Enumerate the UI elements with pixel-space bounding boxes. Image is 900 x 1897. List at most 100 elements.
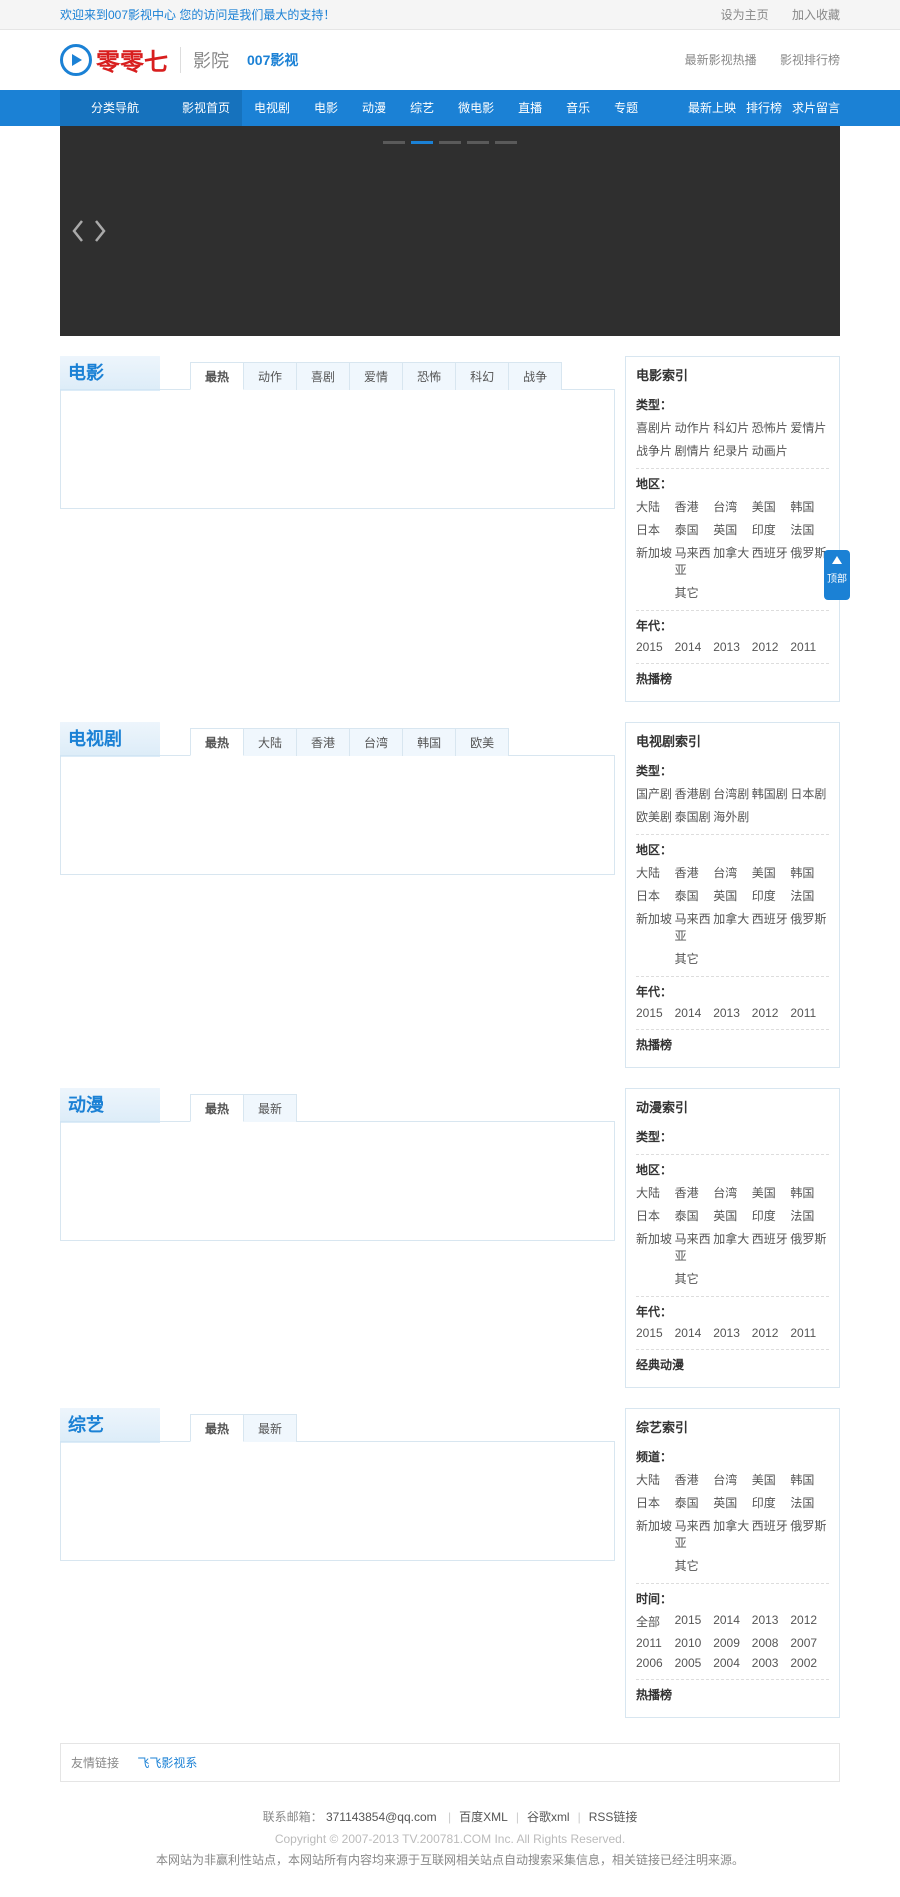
filter-link[interactable]: 2011 (636, 1633, 675, 1653)
filter-link[interactable]: 2008 (752, 1633, 791, 1653)
filter-link[interactable]: 印度 (752, 884, 791, 907)
filter-link[interactable]: 美国 (752, 495, 791, 518)
filter-link[interactable]: 海外剧 (713, 805, 752, 828)
tab-最热[interactable]: 最热 (190, 1094, 244, 1122)
filter-link[interactable]: 台湾 (713, 861, 752, 884)
filter-link[interactable]: 2010 (675, 1633, 714, 1653)
filter-link[interactable]: 2014 (675, 637, 714, 657)
tab-动作[interactable]: 动作 (243, 362, 297, 390)
footer-link[interactable]: 谷歌xml (527, 1810, 570, 1824)
filter-link[interactable]: 俄罗斯 (790, 1227, 829, 1267)
filter-link[interactable] (636, 1554, 675, 1577)
filter-link[interactable]: 法国 (790, 1491, 829, 1514)
footer-link[interactable]: RSS链接 (589, 1810, 638, 1824)
slider-prev-icon[interactable] (70, 219, 86, 243)
filter-link[interactable]: 香港 (675, 861, 714, 884)
filter-link[interactable]: 韩国 (790, 495, 829, 518)
side-hot-label[interactable]: 热播榜 (636, 1030, 829, 1059)
filter-link[interactable]: 全部 (636, 1610, 675, 1633)
filter-link[interactable]: 剧情片 (675, 439, 714, 462)
filter-link[interactable]: 其它 (675, 1267, 714, 1290)
filter-link[interactable]: 2012 (752, 1323, 791, 1343)
filter-link[interactable]: 动作片 (675, 416, 714, 439)
back-to-top-button[interactable]: 顶部 (824, 550, 850, 600)
side-hot-label[interactable]: 经典动漫 (636, 1350, 829, 1379)
filter-link[interactable]: 加拿大 (713, 907, 752, 947)
filter-link[interactable]: 法国 (790, 884, 829, 907)
tab-科幻[interactable]: 科幻 (455, 362, 509, 390)
filter-link[interactable]: 法国 (790, 1204, 829, 1227)
filter-link[interactable]: 日本 (636, 1204, 675, 1227)
filter-link[interactable]: 大陆 (636, 1468, 675, 1491)
filter-link[interactable]: 2012 (752, 637, 791, 657)
filter-link[interactable]: 香港 (675, 1468, 714, 1491)
filter-link[interactable]: 2013 (713, 1323, 752, 1343)
slider-next-icon[interactable] (92, 219, 108, 243)
nav-right-0[interactable]: 最新上映 (688, 101, 736, 115)
tab-香港[interactable]: 香港 (296, 728, 350, 756)
tab-最热[interactable]: 最热 (190, 728, 244, 756)
filter-link[interactable]: 俄罗斯 (790, 1514, 829, 1554)
side-hot-label[interactable]: 热播榜 (636, 1680, 829, 1709)
filter-link[interactable]: 英国 (713, 1204, 752, 1227)
contact-email[interactable]: 371143854@qq.com (326, 1810, 437, 1824)
filter-link[interactable]: 加拿大 (713, 541, 752, 581)
filter-link[interactable]: 大陆 (636, 1181, 675, 1204)
filter-link[interactable]: 马来西亚 (675, 1514, 714, 1554)
filter-link[interactable]: 日本 (636, 1491, 675, 1514)
filter-link[interactable]: 2015 (636, 1323, 675, 1343)
filter-link[interactable]: 印度 (752, 1491, 791, 1514)
filter-link[interactable]: 印度 (752, 518, 791, 541)
filter-link[interactable]: 加拿大 (713, 1514, 752, 1554)
tab-爱情[interactable]: 爱情 (349, 362, 403, 390)
nav-item-0[interactable]: 影视首页 (170, 90, 242, 126)
tab-台湾[interactable]: 台湾 (349, 728, 403, 756)
header-rank-link[interactable]: 影视排行榜 (780, 53, 840, 67)
filter-link[interactable]: 法国 (790, 518, 829, 541)
tab-战争[interactable]: 战争 (508, 362, 562, 390)
filter-link[interactable]: 泰国剧 (675, 805, 714, 828)
tab-喜剧[interactable]: 喜剧 (296, 362, 350, 390)
filter-link[interactable]: 战争片 (636, 439, 675, 462)
filter-link[interactable]: 英国 (713, 1491, 752, 1514)
filter-link[interactable]: 大陆 (636, 861, 675, 884)
filter-link[interactable]: 2014 (675, 1003, 714, 1023)
tab-恐怖[interactable]: 恐怖 (402, 362, 456, 390)
filter-link[interactable]: 2013 (713, 637, 752, 657)
filter-link[interactable]: 欧美剧 (636, 805, 675, 828)
filter-link[interactable]: 2015 (636, 1003, 675, 1023)
filter-link[interactable]: 2013 (752, 1610, 791, 1633)
filter-link[interactable]: 马来西亚 (675, 1227, 714, 1267)
filter-link[interactable]: 2015 (636, 637, 675, 657)
filter-link[interactable]: 国产剧 (636, 782, 675, 805)
filter-link[interactable]: 2015 (675, 1610, 714, 1633)
section-title[interactable]: 电视剧 (60, 722, 130, 756)
nav-right-2[interactable]: 求片留言 (792, 101, 840, 115)
filter-link[interactable]: 新加坡 (636, 1514, 675, 1554)
filter-link[interactable]: 2009 (713, 1633, 752, 1653)
filter-link[interactable]: 马来西亚 (675, 907, 714, 947)
filter-link[interactable]: 大陆 (636, 495, 675, 518)
nav-right-1[interactable]: 排行榜 (746, 101, 782, 115)
filter-link[interactable] (636, 947, 675, 970)
filter-link[interactable]: 新加坡 (636, 541, 675, 581)
filter-link[interactable]: 2012 (790, 1610, 829, 1633)
filter-link[interactable]: 台湾 (713, 1181, 752, 1204)
nav-item-5[interactable]: 微电影 (446, 90, 506, 126)
tab-欧美[interactable]: 欧美 (455, 728, 509, 756)
filter-link[interactable]: 2011 (790, 637, 829, 657)
filter-link[interactable]: 美国 (752, 1181, 791, 1204)
filter-link[interactable]: 马来西亚 (675, 541, 714, 581)
tab-韩国[interactable]: 韩国 (402, 728, 456, 756)
filter-link[interactable]: 泰国 (675, 1204, 714, 1227)
filter-link[interactable]: 2013 (713, 1003, 752, 1023)
filter-link[interactable] (636, 1267, 675, 1290)
filter-link[interactable]: 泰国 (675, 518, 714, 541)
filter-link[interactable]: 韩国剧 (752, 782, 791, 805)
filter-link[interactable]: 其它 (675, 947, 714, 970)
nav-item-1[interactable]: 电视剧 (242, 90, 302, 126)
filter-link[interactable]: 2002 (790, 1653, 829, 1673)
filter-link[interactable]: 纪录片 (713, 439, 752, 462)
tab-大陆[interactable]: 大陆 (243, 728, 297, 756)
filter-link[interactable]: 2003 (752, 1653, 791, 1673)
